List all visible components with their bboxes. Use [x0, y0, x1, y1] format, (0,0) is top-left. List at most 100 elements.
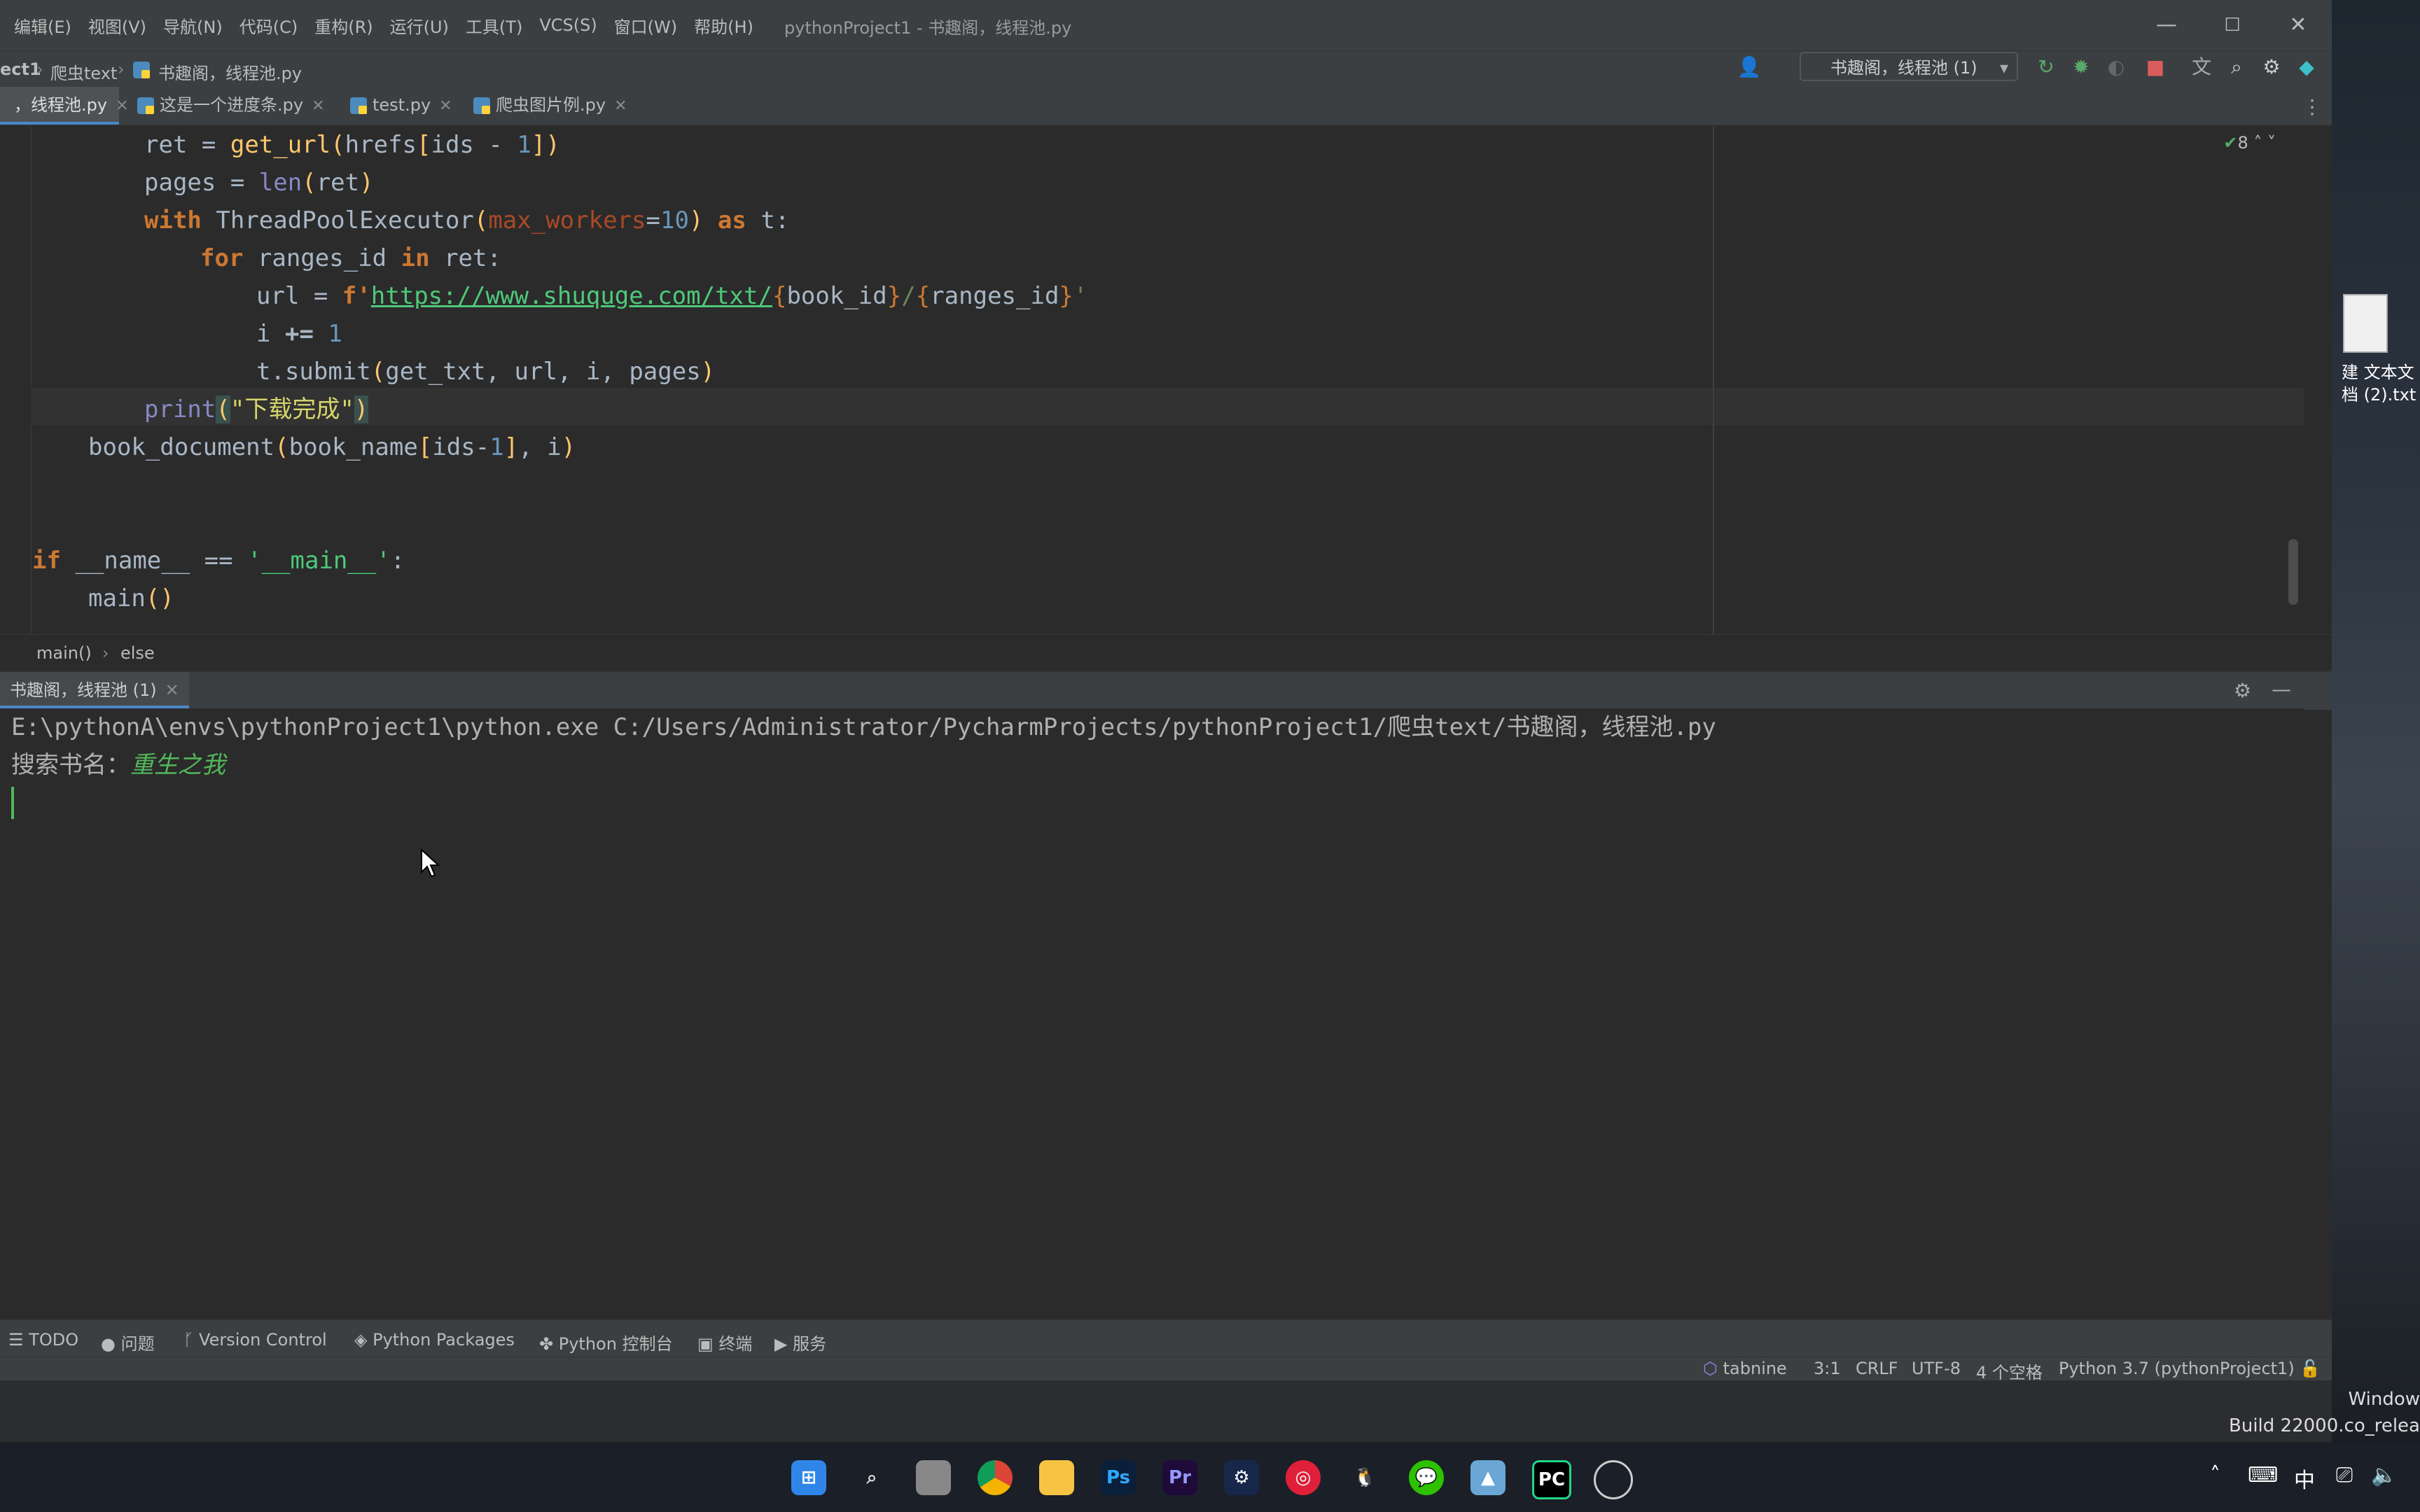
breadcrumb-file[interactable]: 书趣阁，线程池.py [158, 59, 302, 84]
keyboard-icon[interactable]: ⌨ [2248, 1463, 2278, 1488]
pycharm-icon[interactable]: PC [1532, 1460, 1571, 1499]
tabnine-status[interactable]: ⬡ tabnine [1703, 1359, 1787, 1378]
tool-todo[interactable]: ☰ TODO [8, 1330, 78, 1350]
tab-progress-bar[interactable]: 这是一个进度条.py ✕ [137, 87, 325, 125]
menu-code[interactable]: 代码(C) [231, 13, 306, 38]
run-console[interactable]: E:\pythonA\envs\pythonProject1\python.ex… [0, 708, 2304, 1319]
coverage-icon[interactable]: ◐ [2103, 55, 2129, 80]
menu-view[interactable]: 视图(V) [80, 13, 155, 38]
desktop-file-label[interactable]: 建 文本文 档 (2).txt [2342, 361, 2420, 406]
menu-navigate[interactable]: 导航(N) [155, 13, 231, 38]
task-view-icon[interactable] [916, 1460, 951, 1495]
menu-window[interactable]: 窗口(W) [606, 13, 686, 38]
pycharm-window: 编辑(E) 视图(V) 导航(N) 代码(C) 重构(R) 运行(U) 工具(T… [0, 0, 2332, 1380]
python-interpreter[interactable]: Python 3.7 (pythonProject1) [2059, 1359, 2295, 1378]
tool-version-control[interactable]: ᚴ Version Control [183, 1330, 327, 1350]
tool-services[interactable]: ▶ 服务 [774, 1330, 826, 1354]
obs-icon[interactable] [1594, 1460, 1633, 1499]
network-icon[interactable]: ⎚ [2336, 1463, 2353, 1488]
run-configuration-dropdown[interactable]: 书趣阁，线程池 (1) ▾ [1800, 52, 2018, 81]
tray-chevron-up-icon[interactable]: ˄ [2210, 1463, 2220, 1488]
tab-test[interactable]: test.py ✕ [350, 87, 452, 125]
search-icon[interactable]: ⌕ [2224, 55, 2249, 80]
inspection-widget[interactable]: ✔8 ˄ ˅ [2223, 133, 2276, 153]
close-icon[interactable]: ✕ [312, 97, 324, 115]
netease-music-icon[interactable]: ◎ [1286, 1460, 1321, 1495]
text-caret [11, 787, 14, 819]
chevron-down-icon: ▾ [1999, 58, 2008, 78]
code-line-8: print("下载完成") [144, 396, 369, 424]
more-tabs-icon[interactable]: ⋮ [2302, 95, 2322, 118]
chrome-icon[interactable] [978, 1460, 1013, 1495]
menu-run[interactable]: 运行(U) [382, 13, 457, 38]
menu-refactor[interactable]: 重构(R) [306, 13, 381, 38]
chevron-right-icon: › [102, 643, 109, 663]
lock-icon[interactable]: 🔓 [2300, 1359, 2321, 1378]
debug-icon[interactable]: ✹ [2068, 55, 2094, 80]
steam-icon[interactable]: ⚙ [1224, 1460, 1259, 1495]
line-separator[interactable]: CRLF [1856, 1359, 1898, 1378]
chevron-up-icon[interactable]: ˄ [2253, 133, 2262, 153]
close-icon[interactable]: ✕ [614, 97, 627, 115]
breadcrumb-else[interactable]: else [120, 643, 155, 663]
translate-icon[interactable]: 文 [2189, 55, 2214, 80]
branch-icon: ᚴ [183, 1330, 200, 1350]
chevron-down-icon[interactable]: ˅ [2267, 133, 2276, 153]
close-window-button[interactable]: ✕ [2277, 11, 2319, 39]
menu-tools[interactable]: 工具(T) [457, 13, 531, 38]
text-file-icon[interactable] [2343, 294, 2388, 353]
caret-position[interactable]: 3:1 [1814, 1359, 1841, 1378]
editor-tabs: ，线程池.py ✕ 这是一个进度条.py ✕ test.py ✕ 爬虫图片例.py ✕ … [0, 87, 2332, 126]
run-panel-header: 书趣阁，线程池 (1) ✕ ⚙ — [0, 671, 2332, 710]
user-icon[interactable]: 👤 [1737, 55, 1762, 80]
gear-icon[interactable]: ⚙ [2259, 55, 2284, 80]
tab-active-file[interactable]: ，线程池.py ✕ [0, 87, 129, 125]
menu-vcs[interactable]: VCS(S) [531, 15, 605, 35]
search-icon[interactable]: ⌕ [854, 1460, 889, 1495]
volume-icon[interactable]: 🔈 [2371, 1463, 2397, 1488]
console-prompt: 搜索书名： [11, 751, 130, 779]
photoshop-icon[interactable]: Ps [1101, 1460, 1136, 1495]
rerun-icon[interactable]: ↻ [2033, 55, 2059, 80]
breadcrumb-folder[interactable]: 爬虫text [50, 59, 117, 84]
breadcrumb-project[interactable]: ect1 [0, 59, 41, 79]
menu-edit[interactable]: 编辑(E) [0, 13, 80, 38]
ime-indicator[interactable]: 中 [2294, 1463, 2315, 1494]
tool-problems[interactable]: ● 问题 [101, 1330, 155, 1354]
code-line-6: i += 1 [256, 320, 342, 348]
plugin-logo-icon[interactable]: ◆ [2294, 55, 2319, 80]
close-icon[interactable]: ✕ [165, 680, 179, 700]
minimize-panel-icon[interactable]: — [2272, 678, 2291, 701]
editor-scrollbar[interactable] [2288, 539, 2298, 605]
close-icon[interactable]: ✕ [439, 97, 452, 115]
windows-start-icon[interactable]: ⊞ [791, 1460, 826, 1495]
minimize-button[interactable]: — [2146, 11, 2188, 39]
file-encoding[interactable]: UTF-8 [1912, 1359, 1961, 1378]
menu-help[interactable]: 帮助(H) [686, 13, 762, 38]
run-tab[interactable]: 书趣阁，线程池 (1) ✕ [0, 672, 189, 710]
code-editor[interactable]: ret = get_url(hrefs[ids - 1]) pages = le… [0, 126, 2304, 634]
chevron-right-icon: › [118, 59, 125, 79]
editor-gutter[interactable] [0, 126, 32, 634]
maximize-button[interactable]: ☐ [2211, 11, 2253, 39]
current-line-highlight [31, 388, 2304, 426]
close-icon[interactable]: ✕ [116, 97, 128, 115]
python-file-icon [137, 97, 154, 114]
right-margin-guide [1713, 126, 1714, 634]
tool-python-console[interactable]: ✤ Python 控制台 [539, 1330, 673, 1354]
tab-crawler-images[interactable]: 爬虫图片例.py ✕ [473, 87, 627, 125]
stop-icon[interactable]: ■ [2143, 55, 2168, 80]
gear-icon[interactable]: ⚙ [2234, 679, 2251, 702]
qq-icon[interactable]: 🐧 [1347, 1460, 1382, 1495]
breadcrumb-main[interactable]: main() [36, 643, 92, 663]
photos-icon[interactable]: ▲ [1470, 1460, 1505, 1495]
code-line-9: book_document(book_name[ids-1], i) [88, 433, 576, 461]
premiere-icon[interactable]: Pr [1162, 1460, 1197, 1495]
indent-setting[interactable]: 4 个空格 [1976, 1359, 2043, 1380]
wechat-icon[interactable]: 💬 [1409, 1460, 1444, 1495]
tool-python-packages[interactable]: ◈ Python Packages [354, 1330, 515, 1350]
file-explorer-icon[interactable] [1039, 1460, 1074, 1495]
code-line-4: for ranges_id in ret: [200, 244, 501, 272]
tab-label: 爬虫图片例.py [496, 95, 606, 115]
tool-terminal[interactable]: ▣ 终端 [697, 1330, 752, 1354]
